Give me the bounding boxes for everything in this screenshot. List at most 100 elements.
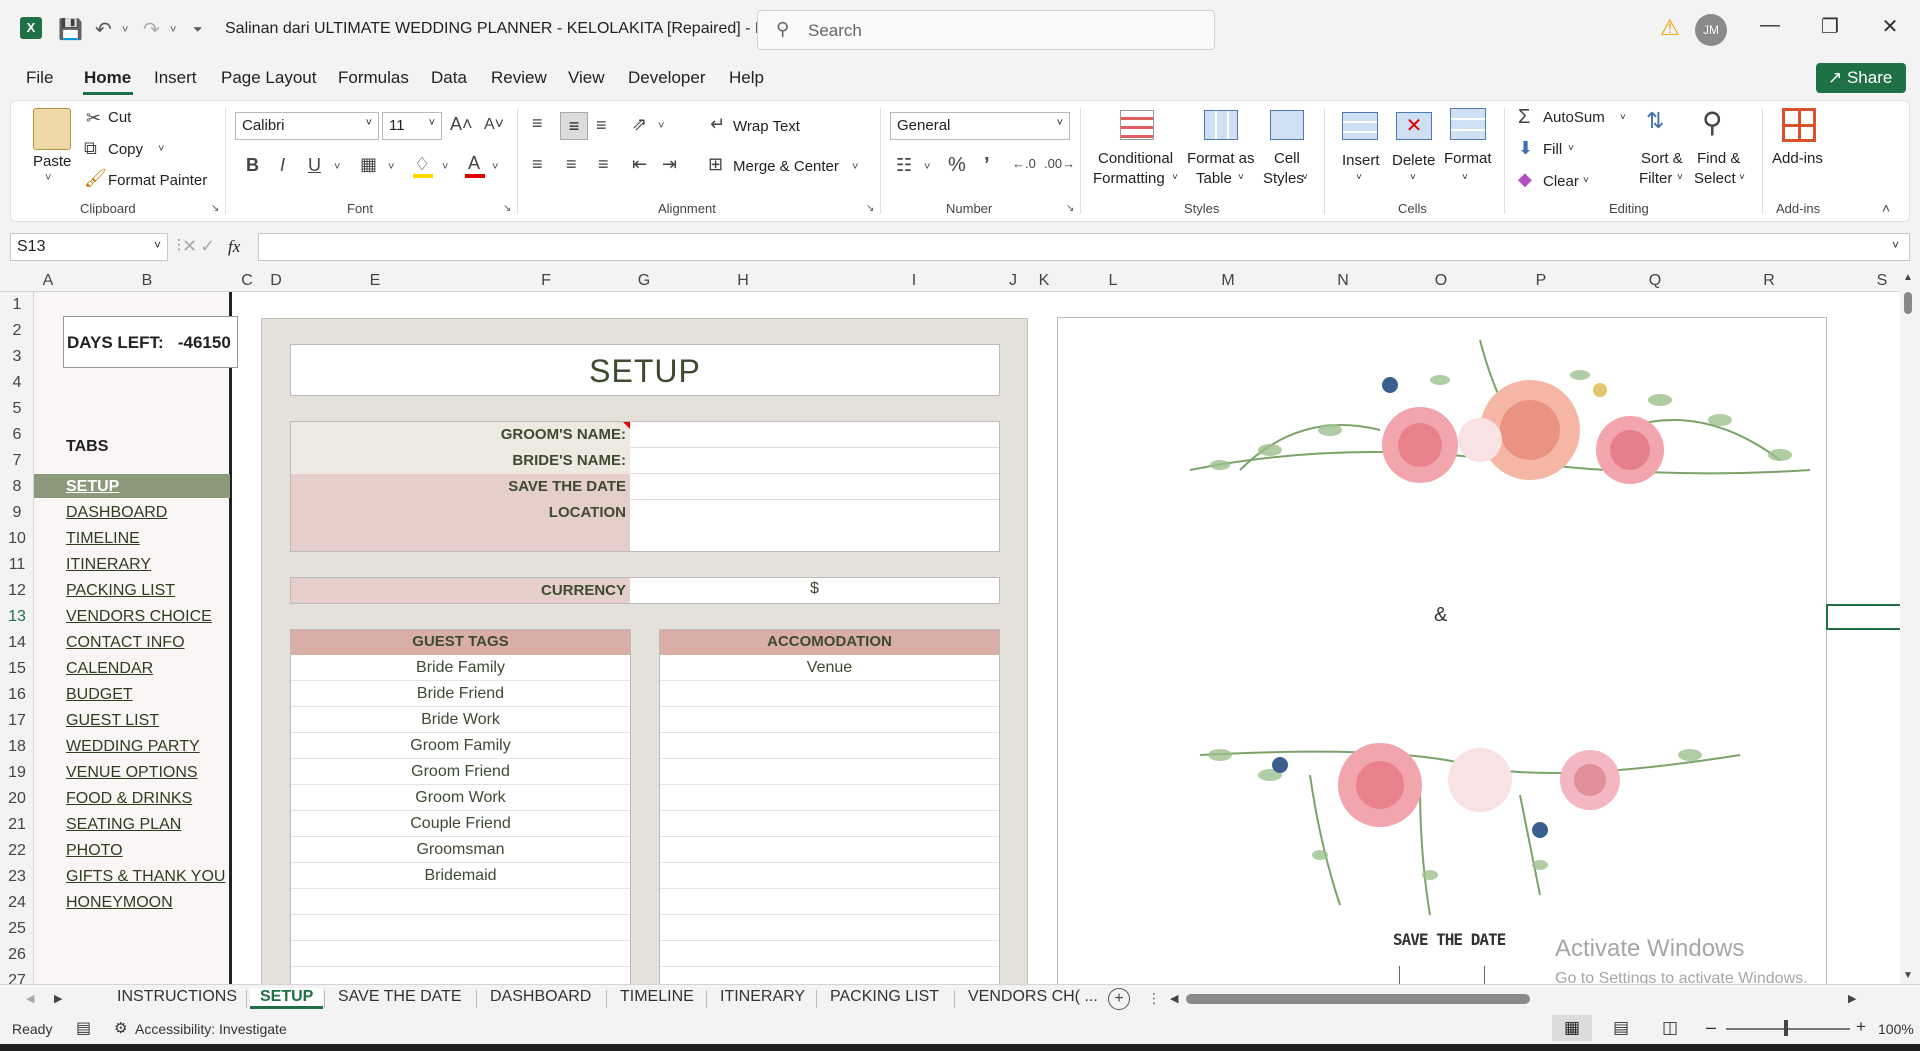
scroll-down-icon[interactable]: ▼ bbox=[1903, 970, 1913, 981]
brides-name-input[interactable] bbox=[630, 448, 999, 474]
horizontal-scroll-thumb[interactable] bbox=[1186, 994, 1530, 1004]
font-family-select[interactable]: Calibri ˅ bbox=[235, 112, 379, 140]
row-header[interactable]: 15 bbox=[0, 660, 34, 678]
sidebar-tab-link[interactable]: PACKING LIST bbox=[66, 582, 175, 600]
row-header[interactable]: 24 bbox=[0, 894, 34, 912]
sidebar-tab-link[interactable]: WEDDING PARTY bbox=[66, 738, 200, 756]
close-button[interactable]: ✕ bbox=[1870, 14, 1910, 39]
insert-function-icon[interactable]: fx bbox=[228, 237, 240, 257]
guest-tag-item[interactable]: Groom Family bbox=[291, 737, 630, 755]
autosum-button[interactable]: AutoSum bbox=[1543, 109, 1605, 126]
format-as-table-button-line2[interactable]: Table bbox=[1196, 170, 1232, 187]
align-bottom-icon[interactable]: ≡ bbox=[596, 115, 607, 136]
table-row[interactable] bbox=[660, 915, 999, 941]
align-right-icon[interactable]: ≡ bbox=[598, 154, 609, 175]
table-row[interactable] bbox=[291, 941, 630, 967]
scroll-left-icon[interactable]: ◀ bbox=[1170, 992, 1178, 1005]
menu-file[interactable]: File bbox=[26, 68, 53, 88]
orientation-icon[interactable]: ⇗ bbox=[632, 114, 647, 135]
table-row[interactable] bbox=[291, 889, 630, 915]
column-header[interactable]: M bbox=[1214, 272, 1242, 290]
underline-dropdown-icon[interactable]: ˅ bbox=[334, 161, 340, 173]
merge-dropdown-icon[interactable]: ˅ bbox=[852, 161, 858, 173]
warning-icon[interactable]: ⚠ bbox=[1660, 15, 1680, 41]
menu-developer[interactable]: Developer bbox=[628, 68, 706, 88]
accessibility-status[interactable]: Accessibility: Investigate bbox=[135, 1021, 287, 1037]
row-header[interactable]: 19 bbox=[0, 764, 34, 782]
clear-button[interactable]: Clear bbox=[1543, 173, 1579, 190]
find-select-button[interactable]: Find & bbox=[1697, 150, 1740, 167]
decrease-indent-icon[interactable]: ⇤ bbox=[632, 154, 647, 175]
underline-icon[interactable]: U bbox=[308, 155, 321, 176]
location-input[interactable] bbox=[630, 500, 999, 551]
column-header[interactable]: C bbox=[233, 272, 261, 290]
guest-tag-item[interactable]: Groomsman bbox=[291, 841, 630, 859]
delete-cells-icon[interactable]: ✕ bbox=[1396, 112, 1432, 140]
sheet-tab[interactable]: DASHBOARD bbox=[490, 988, 591, 1006]
row-header[interactable]: 21 bbox=[0, 816, 34, 834]
row-header[interactable]: 20 bbox=[0, 790, 34, 808]
sidebar-tab-link[interactable]: SETUP bbox=[66, 478, 119, 496]
chevron-down-icon[interactable]: ˅ bbox=[1583, 175, 1589, 186]
font-color-dropdown-icon[interactable]: ˅ bbox=[492, 161, 498, 173]
table-row[interactable] bbox=[660, 681, 999, 707]
cut-button[interactable]: Cut bbox=[108, 109, 131, 126]
macro-record-icon[interactable]: ▤ bbox=[76, 1018, 91, 1038]
menu-help[interactable]: Help bbox=[729, 68, 764, 88]
row-header[interactable]: 1 bbox=[0, 296, 34, 314]
row-header[interactable]: 8 bbox=[0, 478, 34, 496]
row-header[interactable]: 22 bbox=[0, 842, 34, 860]
align-middle-icon[interactable]: ≡ bbox=[560, 112, 588, 140]
row-header[interactable]: 13 bbox=[0, 608, 34, 626]
menu-home[interactable]: Home bbox=[84, 68, 131, 88]
zoom-out-icon[interactable]: – bbox=[1706, 1017, 1716, 1038]
name-box[interactable]: S13 ˅ bbox=[10, 233, 168, 261]
sidebar-tab-link[interactable]: GIFTS & THANK YOU bbox=[66, 868, 225, 886]
wrap-text-icon[interactable]: ↵ bbox=[710, 114, 725, 135]
sidebar-tab-link[interactable]: FOOD & DRINKS bbox=[66, 790, 192, 808]
column-header[interactable]: J bbox=[999, 272, 1027, 290]
formula-input[interactable] bbox=[258, 233, 1910, 261]
table-row[interactable] bbox=[660, 941, 999, 967]
row-header[interactable]: 10 bbox=[0, 530, 34, 548]
next-sheet-icon[interactable]: ▶ bbox=[54, 992, 62, 1005]
row-header[interactable]: 7 bbox=[0, 452, 34, 470]
currency-value[interactable]: $ bbox=[630, 580, 999, 598]
decrease-decimal-icon[interactable]: .00→ bbox=[1044, 156, 1075, 171]
menu-review[interactable]: Review bbox=[491, 68, 547, 88]
fill-icon[interactable]: ⬇ bbox=[1518, 138, 1533, 159]
column-header[interactable]: A bbox=[34, 272, 62, 290]
column-header[interactable]: O bbox=[1427, 272, 1455, 290]
paste-dropdown-icon[interactable]: ˅ bbox=[45, 172, 51, 184]
align-center-icon[interactable]: ≡ bbox=[566, 154, 577, 175]
table-row[interactable] bbox=[660, 707, 999, 733]
sidebar-tab-link[interactable]: VENDORS CHOICE bbox=[66, 608, 212, 626]
sheet-tab[interactable]: INSTRUCTIONS bbox=[117, 988, 237, 1006]
page-layout-view-icon[interactable]: ▤ bbox=[1613, 1018, 1629, 1038]
comma-style-icon[interactable]: ’ bbox=[984, 154, 990, 177]
row-header[interactable]: 11 bbox=[0, 556, 34, 574]
find-select-button-line2[interactable]: Select bbox=[1694, 170, 1736, 187]
menu-view[interactable]: View bbox=[568, 68, 605, 88]
find-select-icon[interactable]: ⚲ bbox=[1702, 106, 1723, 139]
italic-icon[interactable]: I bbox=[280, 155, 285, 176]
alignment-launcher-icon[interactable]: ↘ bbox=[866, 203, 874, 214]
table-row[interactable] bbox=[660, 837, 999, 863]
guest-tag-item[interactable]: Groom Work bbox=[291, 789, 630, 807]
sort-filter-button[interactable]: Sort & bbox=[1641, 150, 1683, 167]
undo-dropdown-icon[interactable]: ˅ bbox=[122, 24, 128, 36]
paste-button[interactable]: Paste bbox=[33, 153, 71, 170]
conditional-formatting-icon[interactable] bbox=[1120, 110, 1154, 140]
conditional-formatting-button-line2[interactable]: Formatting bbox=[1093, 170, 1165, 187]
vertical-scroll-thumb[interactable] bbox=[1904, 292, 1912, 314]
decrease-font-icon[interactable]: A˅ bbox=[484, 116, 504, 134]
scroll-right-icon[interactable]: ▶ bbox=[1848, 992, 1856, 1005]
sidebar-tab-link[interactable]: ITINERARY bbox=[66, 556, 151, 574]
column-header[interactable]: F bbox=[532, 272, 560, 290]
column-header[interactable]: I bbox=[900, 272, 928, 290]
orientation-dropdown-icon[interactable]: ˅ bbox=[658, 120, 664, 132]
conditional-formatting-button[interactable]: Conditional bbox=[1098, 150, 1173, 167]
copy-icon[interactable]: ⧉ bbox=[84, 138, 97, 159]
sidebar-tab-link[interactable]: SEATING PLAN bbox=[66, 816, 181, 834]
row-header[interactable]: 23 bbox=[0, 868, 34, 886]
